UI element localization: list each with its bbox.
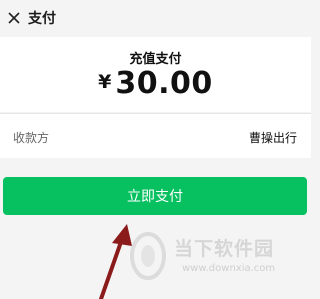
watermark-url: www.downxia.com — [182, 263, 276, 274]
watermark-title: 当下软件园 — [174, 238, 275, 260]
watermark: 当下软件园 www.downxia.com — [128, 230, 308, 286]
watermark-logo-icon — [130, 232, 166, 280]
